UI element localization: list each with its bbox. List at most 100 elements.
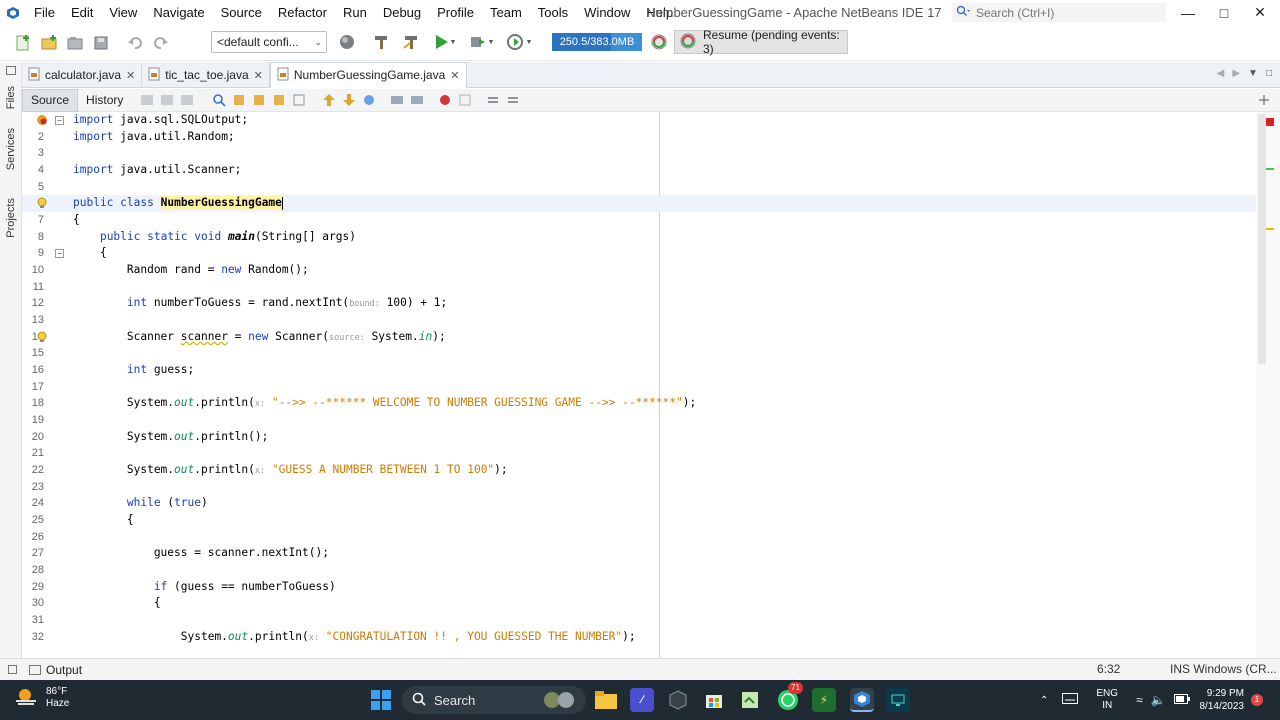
lightbulb-hint-icon[interactable] [36,197,48,209]
output-tab[interactable]: Output [46,663,82,677]
history-mode-button[interactable]: History [78,89,131,112]
code-line[interactable]: 28 [22,562,1268,579]
new-project-icon[interactable] [38,32,60,54]
menu-refactor[interactable]: Refactor [270,0,335,25]
clean-build-icon[interactable] [400,31,422,53]
code-line[interactable]: 11 [22,279,1268,296]
new-file-icon[interactable] [12,32,34,54]
menu-team[interactable]: Team [482,0,530,25]
comment-icon[interactable] [485,92,501,108]
notification-icon[interactable]: 1 [1251,694,1263,706]
store-icon[interactable] [702,688,726,712]
code-line[interactable]: 30 { [22,595,1268,612]
netbeans-taskbar-icon[interactable] [850,688,874,712]
minimize-output-icon[interactable] [8,665,17,674]
code-editor[interactable]: 1−import java.sql.SQLOutput;2 import java… [22,112,1268,658]
screen-recorder-icon[interactable] [886,688,910,712]
editor-scrollbar[interactable] [1258,114,1266,364]
volume-icon[interactable]: 🔈 [1151,693,1166,707]
code-line[interactable]: 20 System.out.println(); [22,429,1268,446]
steam-icon[interactable] [666,688,690,712]
ide-search-box[interactable] [952,3,1166,22]
code-line[interactable]: 17 [22,379,1268,396]
wifi-icon[interactable]: ≈ [1136,693,1143,707]
tab-list-icon[interactable]: ▼ [1248,68,1258,79]
menu-profile[interactable]: Profile [429,0,482,25]
projects-tab[interactable]: Projects [3,198,19,238]
maximize-editor-icon[interactable]: □ [1266,68,1272,79]
code-line[interactable]: 29 if (guess == numberToGuess) [22,579,1268,596]
toggle-highlight-icon[interactable] [291,92,307,108]
code-line[interactable]: 6public class NumberGuessingGame [22,195,1268,212]
uncomment-icon[interactable] [505,92,521,108]
forward-icon[interactable] [179,92,195,108]
undo-icon[interactable] [124,32,146,54]
fold-toggle-icon[interactable]: − [55,116,64,125]
terminal-icon[interactable]: ⚡ [812,688,836,712]
previous-bookmark-icon[interactable] [321,92,337,108]
code-line[interactable]: 27 guess = scanner.nextInt(); [22,545,1268,562]
tab-calculator-java[interactable]: calculator.java ✕ [22,63,143,87]
code-line[interactable]: 21 [22,445,1268,462]
whatsapp-icon[interactable]: 71 [776,682,803,712]
battery-icon[interactable] [1173,693,1190,707]
visual-studio-icon[interactable]: ∕ [630,688,654,712]
search-input[interactable] [976,5,1156,20]
find-next-icon[interactable] [251,92,267,108]
files-tab[interactable]: Files [3,86,19,109]
globe-icon[interactable] [336,31,358,53]
code-line[interactable]: 10 Random rand = new Random(); [22,262,1268,279]
next-bookmark-icon[interactable] [341,92,357,108]
keyboard-icon[interactable] [1062,693,1079,707]
toggle-bookmark-icon[interactable] [361,92,377,108]
code-line[interactable]: 31 [22,612,1268,629]
code-line[interactable]: 2 import java.util.Random; [22,129,1268,146]
code-line[interactable]: 19 [22,412,1268,429]
memory-usage-meter[interactable]: 250.5/383.0MB [552,33,642,51]
code-line[interactable]: 16 int guess; [22,362,1268,379]
system-clock[interactable]: 9:29 PM 8/14/2023 [1196,687,1245,713]
close-icon[interactable]: ✕ [450,69,459,82]
code-line[interactable]: 15 [22,345,1268,362]
code-line[interactable]: 25 { [22,512,1268,529]
menu-file[interactable]: File [26,0,63,25]
code-line[interactable]: 9 − { [22,245,1268,262]
debug-icon[interactable] [466,31,488,53]
minimize-button[interactable]: — [1170,0,1206,25]
code-line[interactable]: 8 public static void main(String[] args) [22,229,1268,246]
code-line[interactable]: 18 System.out.println(x: "-->> --****** … [22,395,1268,412]
taskbar-search[interactable]: Search [402,686,586,714]
find-icon[interactable] [211,92,227,108]
scroll-left-icon[interactable]: ◀ [1217,68,1225,79]
menu-source[interactable]: Source [213,0,270,25]
chevron-up-icon[interactable]: ⌃ [1040,695,1048,706]
find-selection-icon[interactable] [271,92,287,108]
shift-right-icon[interactable] [409,92,425,108]
code-line[interactable]: 3 [22,145,1268,162]
build-hammer-icon[interactable] [370,31,392,53]
debug-dropdown-icon[interactable]: ▼ [486,31,496,53]
code-line[interactable]: 22 System.out.println(x: "GUESS A NUMBER… [22,462,1268,479]
source-mode-button[interactable]: Source [22,88,79,112]
restore-window-icon[interactable] [6,66,16,75]
whiteboard-icon[interactable] [738,688,762,712]
open-project-icon[interactable] [64,32,86,54]
menu-view[interactable]: View [101,0,145,25]
code-line[interactable]: 7{ [22,212,1268,229]
resume-button[interactable]: Resume (pending events: 3) [674,28,848,56]
run-dropdown-icon[interactable]: ▼ [448,31,458,53]
menu-run[interactable]: Run [335,0,375,25]
back-icon[interactable] [159,92,175,108]
start-macro-icon[interactable] [437,92,453,108]
split-editor-icon[interactable] [1256,92,1272,108]
menu-tools[interactable]: Tools [530,0,576,25]
redo-icon[interactable] [150,32,172,54]
close-window-button[interactable]: ✕ [1242,0,1278,25]
shift-left-icon[interactable] [389,92,405,108]
menu-window[interactable]: Window [576,0,638,25]
code-line[interactable]: 1−import java.sql.SQLOutput; [22,112,1268,129]
fold-toggle-icon[interactable]: − [55,249,64,259]
stop-macro-icon[interactable] [457,92,473,108]
menu-debug[interactable]: Debug [375,0,429,25]
code-line[interactable]: 32 System.out.println(x: "CONGRATULATION… [22,629,1268,646]
